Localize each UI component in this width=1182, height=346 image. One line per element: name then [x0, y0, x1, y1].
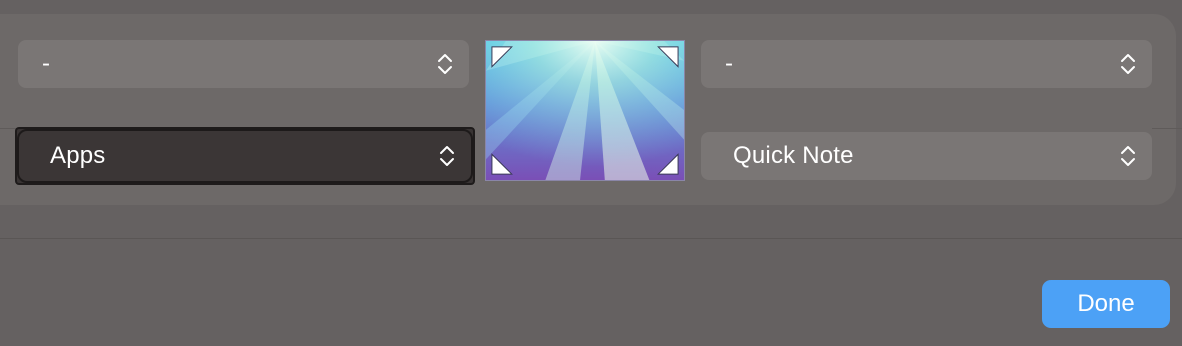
up-down-chevron-icon — [1121, 146, 1135, 166]
top-left-corner-value: - — [42, 50, 51, 77]
desktop-wallpaper-preview-icon — [486, 41, 684, 180]
done-button[interactable]: Done — [1042, 280, 1170, 328]
up-down-chevron-icon — [438, 54, 452, 74]
up-down-chevron-icon — [1121, 54, 1135, 74]
up-down-chevron-icon — [440, 146, 454, 166]
bottom-right-corner-popup[interactable]: Quick Note — [701, 132, 1152, 180]
bottom-right-corner-value: Quick Note — [733, 142, 854, 169]
screen-preview-image — [485, 40, 685, 181]
bottom-left-corner-value: Apps — [50, 142, 106, 169]
top-left-corner-popup[interactable]: - — [18, 40, 469, 88]
bottom-left-corner-popup[interactable]: Apps — [17, 129, 473, 183]
top-right-corner-value: - — [725, 50, 734, 77]
divider — [1152, 128, 1182, 129]
hot-corners-dialog: - Apps - Quick Note Done — [0, 0, 1182, 346]
top-right-corner-popup[interactable]: - — [701, 40, 1152, 88]
footer-separator — [0, 238, 1182, 239]
